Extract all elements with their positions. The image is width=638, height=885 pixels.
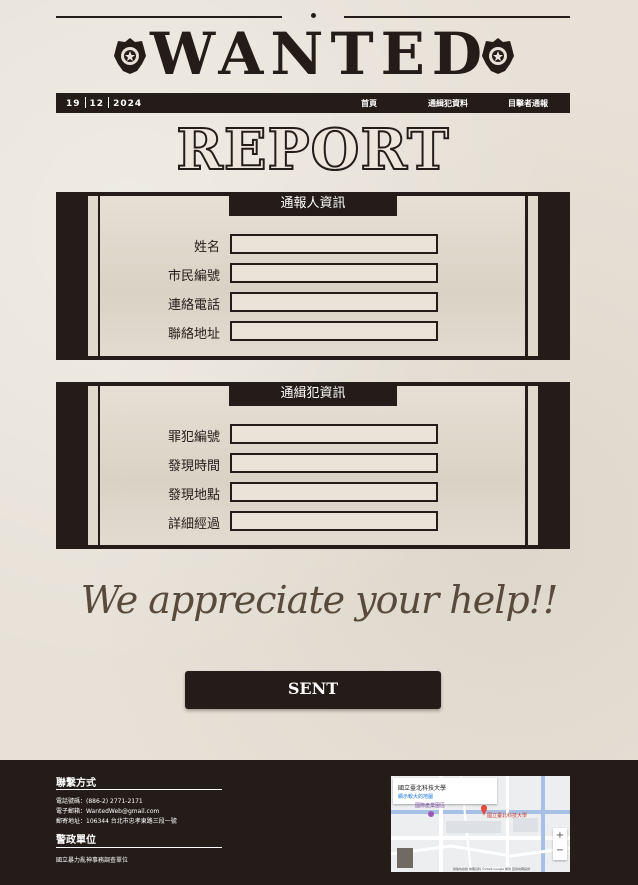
details-label: 詳細經過 [167,517,220,532]
address-label: 聯絡地址 [167,327,220,342]
reporter-info-panel: 通報人資訊 姓名 市民編號 連絡電話 聯絡地址 [56,192,570,360]
contact-phone: 電話號碼：(886-2) 2771-2171 [56,798,143,805]
police-badge-icon [481,36,515,76]
nav-link-witness-report[interactable]: 目擊者通報 [508,98,548,109]
map-zoom-out-button[interactable]: − [553,844,567,860]
address-input[interactable] [230,321,438,341]
map-larger-link[interactable]: 顯示較大的地圖 [398,793,433,800]
footer-divider [56,847,222,848]
criminal-id-input[interactable] [230,424,438,444]
map-pin-label: 國立臺北科技大學 [487,813,528,819]
found-location-input[interactable] [230,482,438,502]
found-location-label: 發現地點 [167,488,220,503]
reporter-section-caption: 通報人資訊 [229,192,397,216]
found-time-input[interactable] [230,453,438,473]
contact-address: 郵寄地址：106344 台北市忠孝東路三段一號 [56,818,177,825]
citizen-id-label: 市民編號 [167,269,220,284]
fugitive-info-panel: 通緝犯資訊 罪犯編號 發現時間 發現地點 詳細經過 [56,382,570,549]
thank-you-slogan: We appreciate your help!! [80,578,558,622]
map-zoom-control: + − [553,828,567,860]
map-zoom-in-button[interactable]: + [553,828,567,844]
header-dot [311,13,316,18]
header-date: 19 12 2024 [66,97,142,109]
nav-bar: 19 12 2024 首頁 通緝犯資料 目擊者通報 [56,93,570,113]
fugitive-section-caption: 通緝犯資訊 [229,382,397,406]
form-row: 發現時間 [56,453,570,475]
contact-email: 電子郵箱：WantedWeb@gmail.com [56,808,160,815]
agency-heading: 警政單位 [56,835,96,846]
form-row: 詳細經過 [56,511,570,533]
site-title: WANTED [150,20,490,88]
sent-button[interactable]: SENT [185,671,441,709]
form-row: 聯絡地址 [56,321,570,343]
agency-name: 國立暴力亂神事務調查單位 [56,857,129,864]
form-row: 連絡電話 [56,292,570,314]
citizen-id-input[interactable] [230,263,438,283]
header-rule-right [344,16,570,18]
phone-input[interactable] [230,292,438,312]
form-row: 罪犯編號 [56,424,570,446]
name-input[interactable] [230,234,438,254]
form-row: 發現地點 [56,482,570,504]
form-row: 市民編號 [56,263,570,285]
nav-link-home[interactable]: 首頁 [361,98,377,109]
found-time-label: 發現時間 [167,459,220,474]
name-label: 姓名 [193,240,220,255]
contact-heading: 聯繫方式 [56,778,96,789]
footer-divider [56,789,222,790]
date-month: 12 [89,99,105,109]
footer: 聯繫方式 電話號碼：(886-2) 2771-2171 電子郵箱：WantedW… [0,760,638,885]
map-credits: 鍵盤快捷鍵 地圖資料 ©2024 Google 條款 回報地圖錯誤 [453,867,530,871]
police-badge-icon [113,36,147,76]
paper-background [0,0,638,760]
nav-link-fugitives[interactable]: 通緝犯資料 [428,98,468,109]
map-info-card: 國立臺北科技大學 顯示較大的地圖 [393,778,497,804]
map-place-name: 國立臺北科技大學 [398,785,447,792]
date-day: 19 [66,99,81,109]
date-year: 2024 [113,99,143,109]
details-input[interactable] [230,511,438,531]
page-title: REPORT [175,117,450,183]
embedded-map[interactable]: 國立臺北科技大學 顯示較大的地圖 國立臺北科技大學 國際產業園區 + − 鍵盤快… [391,776,570,872]
form-row: 姓名 [56,234,570,256]
map-poi-label: 國際產業園區 [415,803,446,809]
criminal-id-label: 罪犯編號 [167,430,220,445]
header-rule-left [56,16,282,18]
phone-label: 連絡電話 [167,298,220,313]
